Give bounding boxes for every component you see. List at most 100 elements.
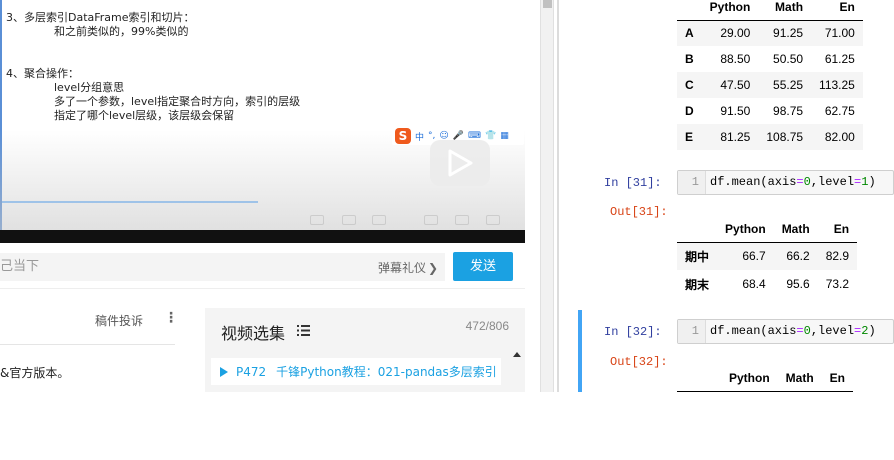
table-cell: 81.25: [701, 124, 759, 150]
divider: [0, 344, 175, 345]
ghost-control-icon: [424, 215, 438, 225]
danmaku-etiquette-link[interactable]: 弹幕礼仪 ❯: [378, 259, 438, 276]
in-prompt: In [31]:: [604, 176, 662, 190]
column-header: Math: [758, 0, 812, 21]
table-row: C 47.50 55.25 113.25: [677, 72, 863, 98]
send-button[interactable]: 发送: [453, 252, 513, 281]
more-options-icon[interactable]: ⋮: [164, 310, 178, 324]
ime-skin-icon: 👕: [485, 131, 497, 141]
row-index: 期末: [685, 277, 710, 292]
scrollbar-thumb[interactable]: [543, 0, 552, 8]
table-cell: 71.00: [811, 20, 863, 46]
table-cell: 47.50: [701, 72, 759, 98]
ghost-control-icon: [342, 215, 356, 225]
play-icon: [448, 149, 473, 177]
table-cell: 91.50: [720, 104, 751, 118]
video-progress-bar[interactable]: [2, 201, 258, 203]
code-token: ): [868, 324, 876, 338]
playlist-item-title: 千锋Python教程：021-pandas多层索引: [276, 365, 497, 379]
table-row: B 88.50 50.50 61.25: [677, 46, 863, 72]
ime-grid-icon: ▦: [500, 131, 509, 141]
video-bottom-bar: [0, 230, 525, 243]
pane-divider[interactable]: [557, 0, 559, 392]
out-prompt: Out[32]:: [610, 355, 668, 369]
playlist-item-current[interactable]: P472 千锋Python教程：021-pandas多层索引: [211, 358, 501, 385]
column-header: Math: [773, 216, 818, 243]
dataframe-output: Python Math En 期中 66.7 66.2 82.9 期末 68.4…: [677, 216, 858, 298]
in-prompt: In [32]:: [604, 325, 662, 339]
list-icon[interactable]: [297, 325, 310, 336]
table-cell: 95.6: [786, 277, 810, 291]
row-index: D: [685, 104, 694, 118]
row-index: E: [677, 124, 702, 150]
table-cell: 82.00: [811, 124, 863, 150]
play-icon: [220, 366, 228, 377]
scroll-up-arrow-icon[interactable]: [513, 352, 521, 357]
code-token: 0: [803, 324, 811, 338]
code-token: df.mean(axis: [710, 175, 797, 189]
ime-lang-icon: 中: [415, 132, 425, 143]
code-token: ,level: [810, 175, 855, 189]
video-description: &官方版本。: [0, 366, 70, 380]
column-header: Math: [777, 365, 822, 392]
table-header-row: Python Math En: [677, 365, 854, 392]
table-cell: 29.00: [701, 20, 759, 46]
table-corner: [677, 216, 718, 243]
chevron-right-icon: ❯: [428, 261, 439, 275]
danmaku-bar: 己当下 弹幕礼仪 ❯ 发送: [0, 243, 525, 289]
table-header-row: Python Math En: [677, 0, 863, 21]
column-header: En: [817, 216, 858, 243]
table-row: 期中 66.7 66.2 82.9: [677, 242, 858, 270]
column-header: Python: [701, 0, 759, 21]
code-editor[interactable]: 1 df.mean(axis=0,level=2): [677, 319, 894, 344]
danmaku-etiquette-label: 弹幕礼仪: [378, 261, 427, 275]
ghost-control-icon: [486, 215, 500, 225]
report-link[interactable]: 稿件投诉: [95, 312, 143, 329]
table-corner: [677, 0, 702, 21]
row-index: B: [685, 52, 694, 66]
playlist-count: 472/806: [465, 319, 509, 333]
table-cell: 61.25: [824, 52, 855, 66]
code-token: 0: [803, 175, 811, 189]
column-header: En: [821, 365, 854, 392]
code-editor[interactable]: 1 df.mean(axis=0,level=1): [677, 170, 894, 195]
table-cell: 66.2: [773, 242, 818, 270]
row-index: A: [677, 20, 702, 46]
note-line: 和之前类似的，99%类似的: [54, 25, 189, 38]
table-corner: [677, 365, 721, 392]
ghost-control-icon: [455, 215, 469, 225]
table-cell: 88.50: [720, 52, 751, 66]
screen: 3、多层索引DataFrame索引和切片： 和之前类似的，99%类似的 4、聚合…: [0, 0, 894, 460]
column-header: En: [811, 0, 863, 21]
playlist-title: 视频选集: [221, 324, 286, 343]
ghost-control-icon: [310, 215, 324, 225]
table-row: 期末 68.4 95.6 73.2: [677, 270, 857, 298]
table-cell: 73.2: [825, 277, 850, 291]
table-row: A 29.00 91.25 71.00: [677, 20, 863, 46]
table-cell: 113.25: [811, 72, 863, 98]
table-cell: 62.75: [824, 104, 855, 118]
code-token: ,level: [810, 324, 855, 338]
code-token: =: [796, 175, 804, 189]
ghost-control-icon: [372, 215, 386, 225]
row-index: 期中: [677, 242, 718, 270]
column-header: Python: [717, 216, 774, 243]
line-number: 1: [678, 320, 706, 343]
table-cell: 50.50: [773, 52, 804, 66]
table-row: E 81.25 108.75 82.00: [677, 124, 863, 150]
play-button[interactable]: [430, 140, 490, 186]
video-player[interactable]: 3、多层索引DataFrame索引和切片： 和之前类似的，99%类似的 4、聚合…: [0, 0, 525, 243]
scrollbar[interactable]: [540, 0, 554, 392]
notebook-pane: Python Math En A 29.00 91.25 71.00 B 88.…: [560, 0, 894, 392]
table-row: D 91.50 98.75 62.75: [677, 98, 863, 124]
playlist-item-number: P472: [236, 364, 267, 379]
code-token: ): [868, 175, 876, 189]
active-cell-indicator: [578, 310, 582, 392]
code-token: =: [796, 324, 804, 338]
table-cell: 55.25: [758, 72, 812, 98]
table-header-row: Python Math En: [677, 216, 858, 243]
table-cell: 98.75: [773, 104, 804, 118]
out-prompt: Out[31]:: [610, 205, 668, 219]
code-token: df.mean(axis: [710, 324, 797, 338]
dataframe-output: Python Math En A 29.00 91.25 71.00 B 88.…: [677, 0, 863, 150]
